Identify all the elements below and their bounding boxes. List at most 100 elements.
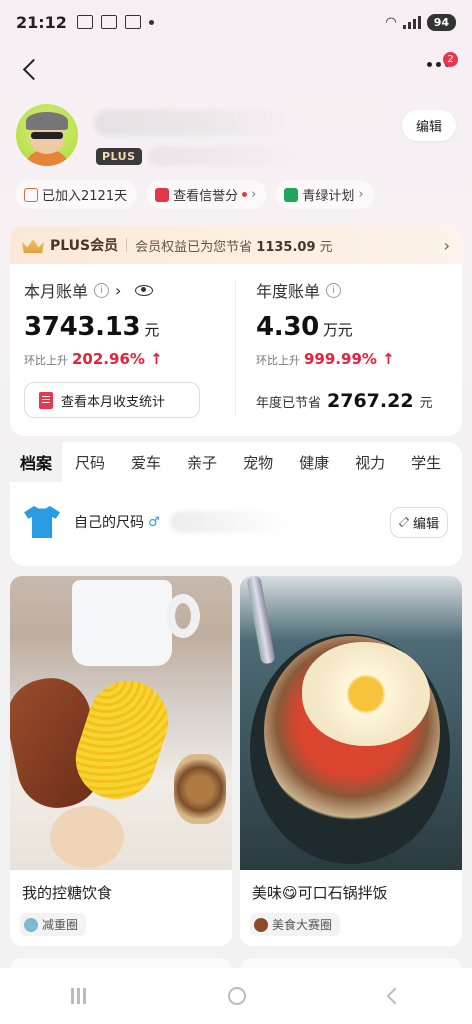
male-icon: ♂ bbox=[148, 514, 160, 530]
calendar-icon bbox=[24, 187, 38, 202]
wifi-icon: ◠ bbox=[385, 14, 397, 30]
yearly-bill-amount: 4.30 bbox=[256, 312, 319, 342]
edit-size-button[interactable]: 编辑 bbox=[389, 506, 448, 538]
monthly-bill-amount-row: 3743.13 元 bbox=[24, 312, 230, 342]
eye-icon[interactable] bbox=[135, 284, 154, 296]
chevron-right-icon: › bbox=[251, 187, 257, 202]
own-size-row[interactable]: 自己的尺码 ♂ 编辑 bbox=[24, 498, 448, 546]
monthly-bill-header: 本月账单 i › bbox=[24, 278, 230, 302]
plus-bill-card: PLUS会员 会员权益已为您节省 1135.09 元 › 本月账单 i › 37… bbox=[10, 226, 462, 436]
monthly-stats-button[interactable]: 查看本月收支统计 bbox=[24, 382, 200, 418]
chip-credit-score-label: 查看信誉分 bbox=[173, 189, 239, 204]
feed-image-bibimbap bbox=[240, 576, 462, 870]
shield-icon bbox=[155, 187, 170, 202]
chip-green-plan-label: 青绿计划 bbox=[302, 189, 355, 204]
feed-card[interactable]: 美味😋可口石锅拌饭 美食大赛圈 bbox=[240, 576, 462, 946]
yearly-bill-unit: 万元 bbox=[322, 321, 353, 339]
tab-archive[interactable]: 档案 bbox=[10, 442, 63, 482]
plus-saving-label: 会员权益已为您节省 bbox=[135, 239, 253, 255]
status-notification-icons bbox=[76, 15, 154, 29]
plus-badge: PLUS bbox=[96, 148, 142, 165]
yearly-saved-unit: 元 bbox=[419, 396, 433, 411]
tab-size[interactable]: 尺码 bbox=[62, 452, 118, 473]
tab-parenting[interactable]: 亲子 bbox=[174, 452, 230, 473]
edit-profile-button[interactable]: 编辑 bbox=[401, 110, 456, 141]
monthly-bill-label: 本月账单 bbox=[24, 282, 89, 301]
more-notifications-dot-icon bbox=[148, 19, 154, 25]
battery-indicator: 94 bbox=[426, 13, 456, 31]
yearly-saved-amount: 2767.22 bbox=[327, 390, 414, 412]
edit-size-label: 编辑 bbox=[412, 516, 439, 532]
tab-vision[interactable]: 视力 bbox=[342, 452, 398, 473]
yearly-bill-header: 年度账单 i bbox=[256, 278, 456, 302]
monthly-mom-value: 202.96% ↑ bbox=[72, 350, 163, 368]
monthly-stats-button-label: 查看本月收支统计 bbox=[61, 394, 166, 410]
home-icon[interactable] bbox=[228, 987, 247, 1005]
feed-title: 美味😋可口石锅拌饭 bbox=[252, 884, 388, 902]
plus-member-bar[interactable]: PLUS会员 会员权益已为您节省 1135.09 元 › bbox=[10, 226, 462, 264]
monthly-bill-amount: 3743.13 bbox=[24, 312, 141, 342]
leaf-icon bbox=[284, 187, 299, 202]
yearly-bill-label: 年度账单 bbox=[256, 282, 321, 301]
plus-saving-text: 会员权益已为您节省 1135.09 元 bbox=[135, 236, 333, 255]
tab-student[interactable]: 学生 bbox=[398, 452, 454, 473]
status-time: 21:12 bbox=[16, 12, 67, 32]
back-icon[interactable] bbox=[20, 56, 44, 84]
plus-title: PLUS会员 bbox=[50, 238, 119, 254]
monthly-bill-unit: 元 bbox=[144, 321, 160, 339]
info-icon[interactable]: i bbox=[94, 282, 110, 298]
tab-pet[interactable]: 宠物 bbox=[230, 452, 286, 473]
divider bbox=[126, 238, 128, 252]
document-icon bbox=[39, 391, 53, 409]
yearly-mom-label: 环比上升 bbox=[256, 354, 300, 367]
chip-joined-days[interactable]: 已加入2121天 bbox=[16, 180, 138, 209]
notification-badge: 2 bbox=[443, 52, 458, 67]
top-nav: 2 bbox=[0, 50, 472, 90]
profile-tabs-card: 档案 尺码 爱车 亲子 宠物 健康 视力 学生 自己的尺码 ♂ 编辑 bbox=[10, 442, 462, 566]
feed-circle-tag[interactable]: 减重圈 bbox=[20, 913, 87, 936]
divider bbox=[235, 280, 236, 416]
info-icon[interactable]: i bbox=[326, 282, 342, 298]
feed-image-low-sugar-meal bbox=[10, 576, 232, 870]
yearly-bill-amount-row: 4.30 万元 bbox=[256, 312, 456, 342]
plus-saving-unit: 元 bbox=[319, 239, 333, 255]
chevron-right-icon: › bbox=[443, 235, 450, 255]
system-nav-bar bbox=[0, 968, 472, 1024]
tab-health[interactable]: 健康 bbox=[286, 452, 342, 473]
feed-circle-tag[interactable]: 美食大赛圈 bbox=[250, 913, 341, 936]
chip-credit-score[interactable]: 查看信誉分 › bbox=[147, 180, 267, 209]
tab-bar: 档案 尺码 爱车 亲子 宠物 健康 视力 学生 bbox=[10, 442, 462, 482]
pencil-icon bbox=[399, 517, 409, 527]
profile-chips: 已加入2121天 查看信誉分 › 青绿计划 › bbox=[16, 180, 374, 209]
user-id-redacted bbox=[148, 146, 308, 166]
monthly-bill[interactable]: 本月账单 i › 3743.13 元 环比上升 202.96% ↑ 查看本月收支统… bbox=[24, 278, 230, 418]
monthly-mom-label: 环比上升 bbox=[24, 354, 68, 367]
back-nav-icon[interactable] bbox=[386, 987, 404, 1005]
chart-app-icon bbox=[76, 15, 93, 29]
feed-card[interactable]: 我的控糖饮食 减重圈 bbox=[10, 576, 232, 946]
yearly-saved: 年度已节省 2767.22 元 bbox=[256, 390, 456, 412]
tshirt-icon bbox=[24, 506, 60, 538]
bills-section: 本月账单 i › 3743.13 元 环比上升 202.96% ↑ 查看本月收支统… bbox=[10, 264, 462, 436]
red-dot-indicator bbox=[242, 192, 248, 197]
yearly-mom-value: 999.99% ↑ bbox=[304, 350, 395, 368]
yearly-bill[interactable]: 年度账单 i 4.30 万元 环比上升 999.99% ↑ 年度已节省 2767.… bbox=[256, 278, 456, 412]
tab-car[interactable]: 爱车 bbox=[118, 452, 174, 473]
recent-apps-icon[interactable] bbox=[71, 988, 87, 1004]
feed-circle-tag-label: 美食大赛圈 bbox=[272, 918, 333, 932]
size-value-redacted bbox=[169, 511, 290, 533]
status-bar: 21:12 ◠ 94 bbox=[0, 0, 472, 44]
status-right: ◠ 94 bbox=[385, 13, 456, 31]
profile-header: PLUS 编辑 bbox=[16, 104, 456, 174]
avatar[interactable] bbox=[16, 104, 78, 166]
feed-title: 我的控糖饮食 bbox=[22, 884, 113, 902]
own-size-label: 自己的尺码 bbox=[74, 515, 144, 531]
username-redacted bbox=[94, 110, 294, 136]
chip-green-plan[interactable]: 青绿计划 › bbox=[276, 180, 374, 209]
nfc-icon bbox=[100, 15, 117, 29]
circle-avatar-icon bbox=[24, 917, 38, 932]
message-icon bbox=[124, 15, 141, 29]
yearly-mom: 环比上升 999.99% ↑ bbox=[256, 350, 456, 368]
monthly-mom: 环比上升 202.96% ↑ bbox=[24, 350, 230, 368]
crown-icon bbox=[22, 237, 44, 253]
